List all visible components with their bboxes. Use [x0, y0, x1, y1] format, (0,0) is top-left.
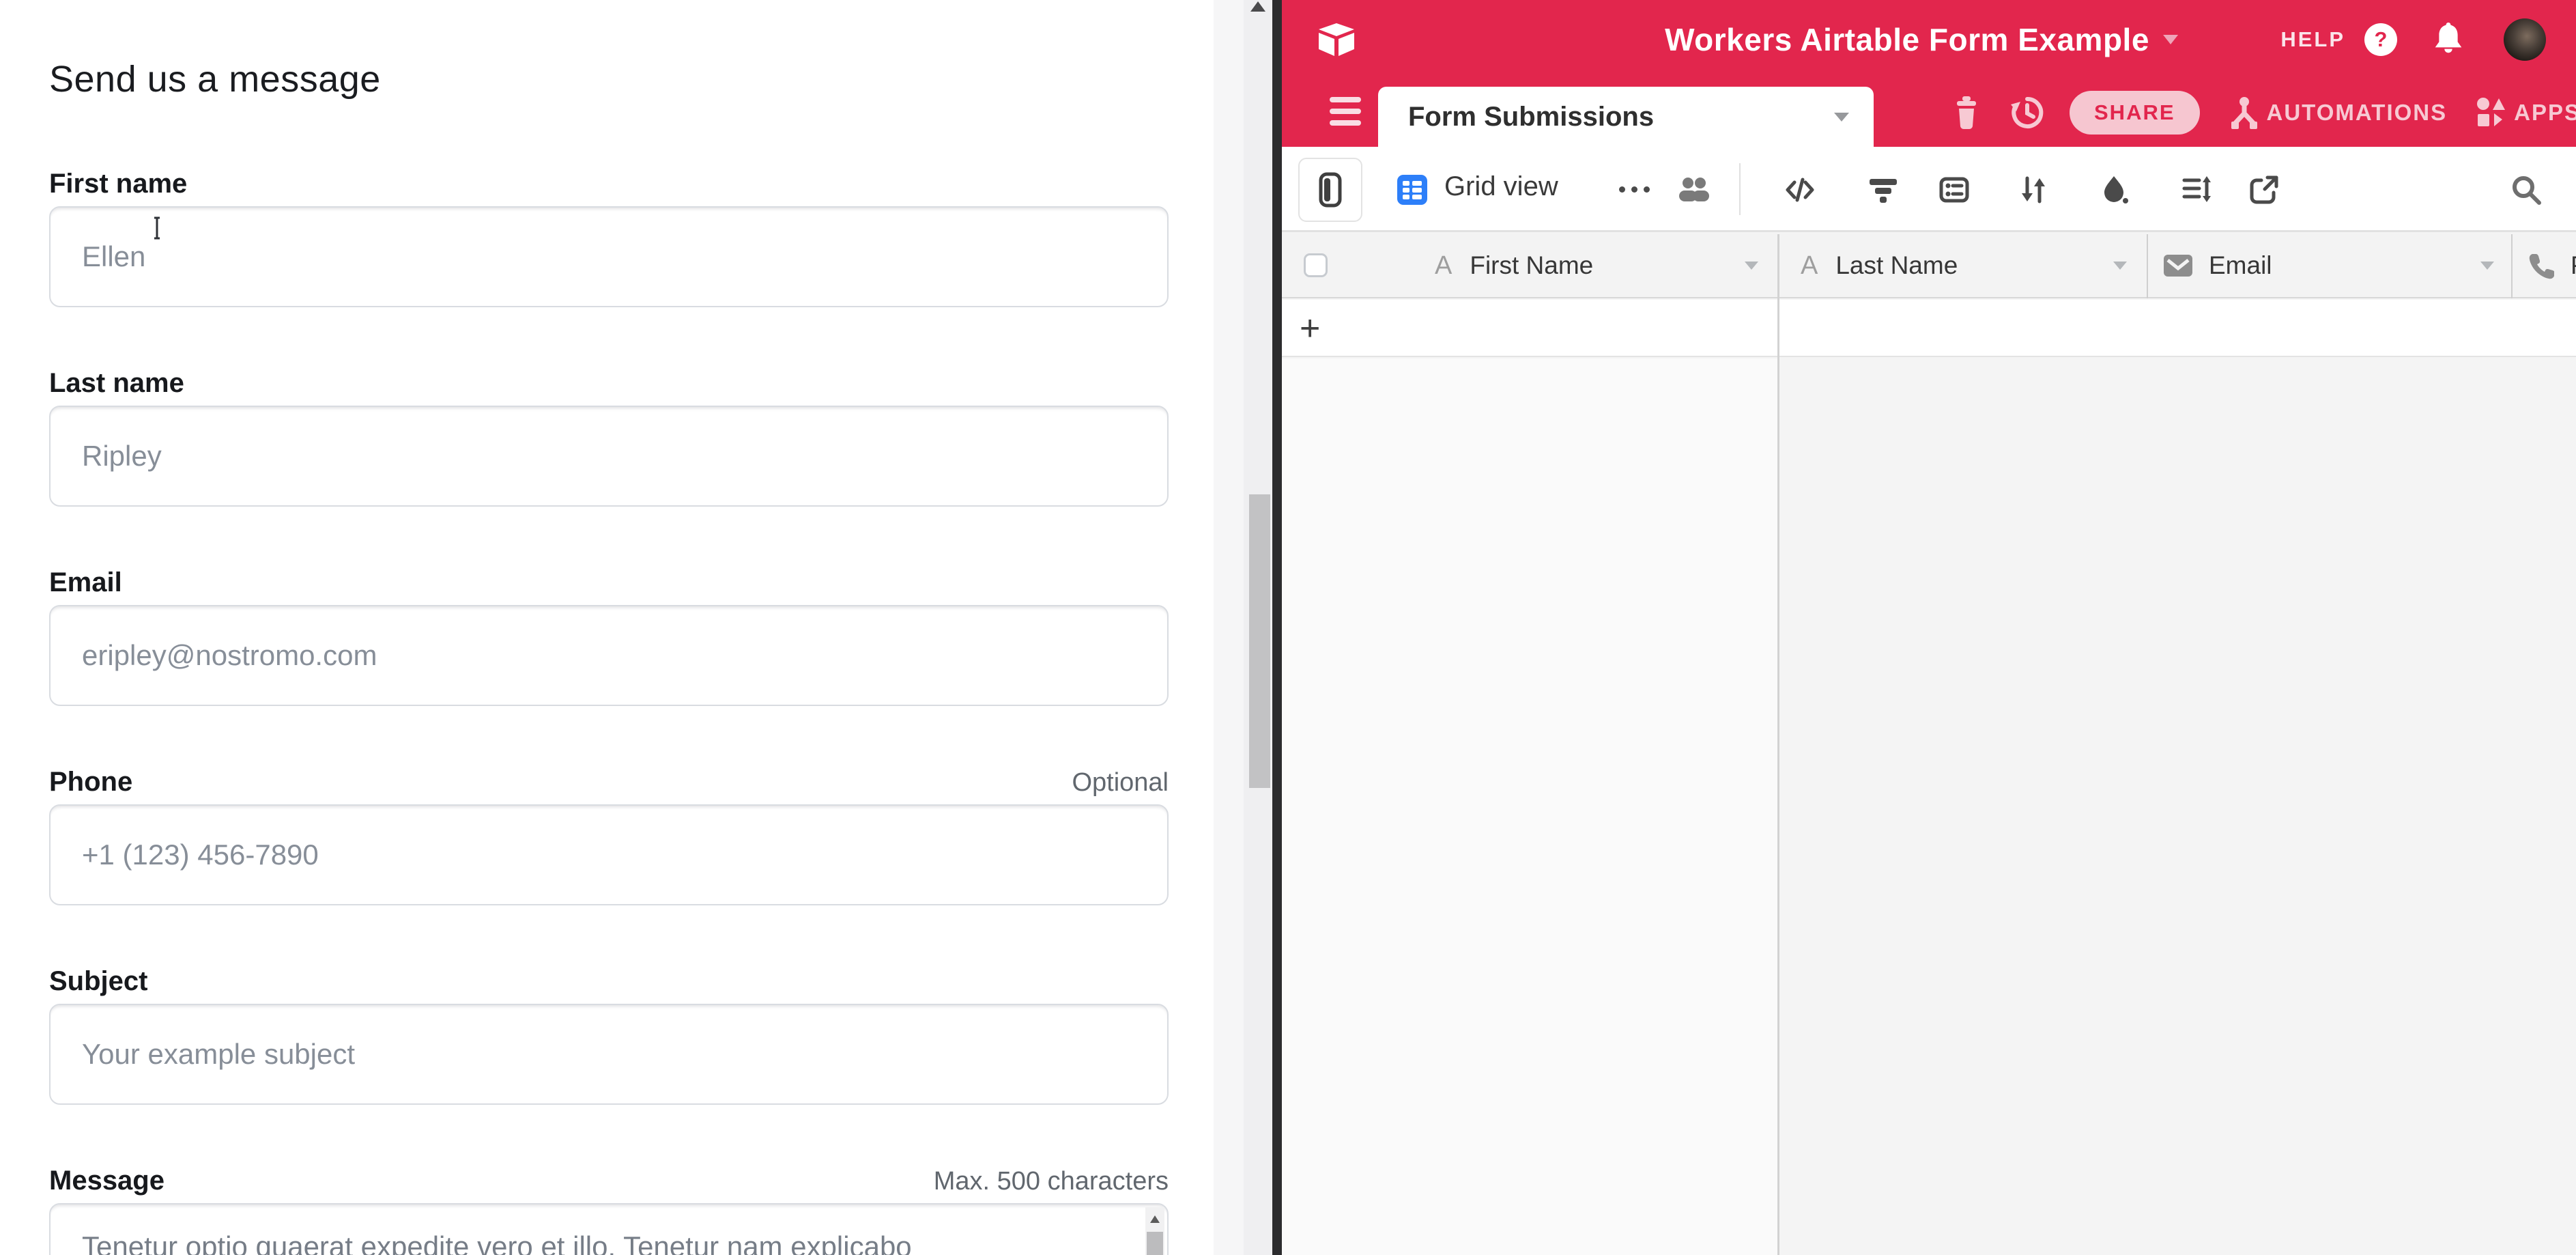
textarea-scroll-thumb[interactable] — [1147, 1232, 1163, 1255]
help-question-icon[interactable]: ? — [2364, 23, 2397, 56]
message-label: Message — [49, 1166, 164, 1196]
notifications-bell-icon[interactable] — [2433, 23, 2464, 57]
page-scrollbar-track[interactable] — [1244, 0, 1272, 1255]
text-field-icon: A — [1801, 251, 1818, 281]
column-header-email[interactable]: Email — [2164, 234, 2272, 297]
base-title: Workers Airtable Form Example — [1665, 21, 2149, 58]
base-title-button[interactable]: Workers Airtable Form Example — [1665, 0, 2178, 79]
field-group-first-name: First name — [49, 167, 1169, 307]
view-sidebar-toggle-button[interactable] — [1298, 158, 1362, 222]
color-icon[interactable] — [2100, 174, 2131, 206]
help-button[interactable]: HELP — [2280, 27, 2345, 52]
view-name[interactable]: Grid view — [1444, 171, 1558, 202]
ibeam-cursor — [152, 216, 162, 244]
column-header-phone[interactable]: Phone — [2527, 234, 2576, 297]
column-caret-icon — [2113, 262, 2127, 270]
column-caret-icon — [1745, 262, 1758, 270]
window-divider — [1272, 0, 1282, 1255]
grid-empty-area-left — [1282, 358, 1777, 1255]
page-scrollbar-thumb[interactable] — [1249, 494, 1270, 788]
airtable-topbar: Workers Airtable Form Example HELP ? — [1282, 0, 2576, 79]
message-max-note: Max. 500 characters — [934, 1167, 1169, 1196]
airtable-pane: Workers Airtable Form Example HELP ? For… — [1282, 0, 2576, 1255]
automations-icon[interactable] — [2229, 96, 2260, 130]
field-group-subject: Subject — [49, 964, 1169, 1105]
collaborators-icon[interactable] — [1676, 174, 1712, 206]
first-name-label: First name — [49, 169, 187, 199]
airtable-logo-icon[interactable] — [1316, 16, 1357, 63]
add-record-row[interactable]: + — [1282, 300, 2576, 357]
history-icon[interactable] — [2009, 95, 2045, 130]
last-name-label: Last name — [49, 368, 184, 399]
filter-icon[interactable] — [1867, 174, 1899, 206]
grid-empty-area-right — [1779, 358, 2576, 1255]
toolbar-divider — [1739, 163, 1741, 215]
apps-button[interactable]: APPS — [2514, 100, 2576, 126]
table-tab-bar: Form Submissions SHARE — [1282, 79, 2576, 147]
scrollbar-up-arrow-icon[interactable] — [1250, 1, 1265, 12]
title-caret-icon — [2163, 35, 2178, 44]
primary-column-divider — [1777, 234, 1779, 1255]
grid-column-header-row: A First Name A Last Name Email — [1282, 234, 2576, 298]
automations-button[interactable]: AUTOMATIONS — [2267, 100, 2448, 126]
share-view-icon[interactable] — [2248, 174, 2280, 206]
view-toolbar: Grid view — [1282, 147, 2576, 232]
user-avatar[interactable] — [2504, 18, 2546, 61]
more-options-icon[interactable] — [1619, 186, 1650, 193]
subject-label: Subject — [49, 966, 147, 997]
sort-icon[interactable] — [2018, 174, 2049, 206]
select-all-checkbox[interactable] — [1304, 253, 1328, 277]
textarea-scrollbar[interactable] — [1145, 1207, 1164, 1255]
phone-input[interactable] — [49, 804, 1169, 905]
group-icon[interactable] — [1938, 174, 1970, 206]
text-field-icon: A — [1435, 251, 1452, 281]
phone-label: Phone — [49, 767, 132, 798]
row-height-icon[interactable] — [2181, 174, 2213, 206]
tab-form-submissions[interactable]: Form Submissions — [1378, 87, 1874, 147]
column-header-last-name[interactable]: A Last Name — [1801, 234, 1958, 297]
email-input[interactable] — [49, 605, 1169, 706]
email-field-icon — [2164, 255, 2192, 277]
phone-field-icon — [2527, 252, 2554, 279]
last-name-input[interactable] — [49, 406, 1169, 507]
form-heading: Send us a message — [49, 57, 1169, 101]
message-text: Tenetur optio quaerat expedite vero et i… — [82, 1230, 1113, 1255]
hide-fields-icon[interactable] — [1784, 174, 1816, 206]
column-divider — [2147, 234, 2148, 298]
hamburger-menu-icon[interactable] — [1330, 97, 1361, 132]
column-caret-icon — [2480, 262, 2494, 270]
tab-caret-icon — [1834, 113, 1849, 122]
field-group-last-name: Last name — [49, 366, 1169, 507]
share-button[interactable]: SHARE — [2070, 91, 2200, 135]
search-icon[interactable] — [2510, 174, 2543, 207]
field-group-phone: Phone Optional — [49, 765, 1169, 905]
field-group-email: Email — [49, 565, 1169, 706]
column-header-first-name[interactable]: A First Name — [1435, 234, 1593, 297]
subject-input[interactable] — [49, 1004, 1169, 1105]
message-textarea[interactable]: Tenetur optio quaerat expedite vero et i… — [49, 1203, 1169, 1255]
active-table-name: Form Submissions — [1408, 102, 1834, 132]
email-label: Email — [49, 567, 122, 598]
contact-form-pane: Send us a message First name Last name E… — [0, 0, 1214, 1255]
scroll-up-arrow-icon[interactable] — [1150, 1215, 1160, 1223]
page-scrollbar-gutter — [1214, 0, 1272, 1255]
column-divider — [2511, 234, 2513, 298]
trash-icon[interactable] — [1951, 95, 1981, 130]
phone-optional-note: Optional — [1072, 768, 1169, 798]
first-name-input[interactable] — [49, 206, 1169, 307]
apps-icon[interactable] — [2476, 96, 2507, 129]
field-group-message: Message Max. 500 characters Tenetur opti… — [49, 1164, 1169, 1255]
add-record-plus-icon[interactable]: + — [1300, 308, 1320, 349]
grid-view-icon[interactable] — [1397, 174, 1428, 206]
